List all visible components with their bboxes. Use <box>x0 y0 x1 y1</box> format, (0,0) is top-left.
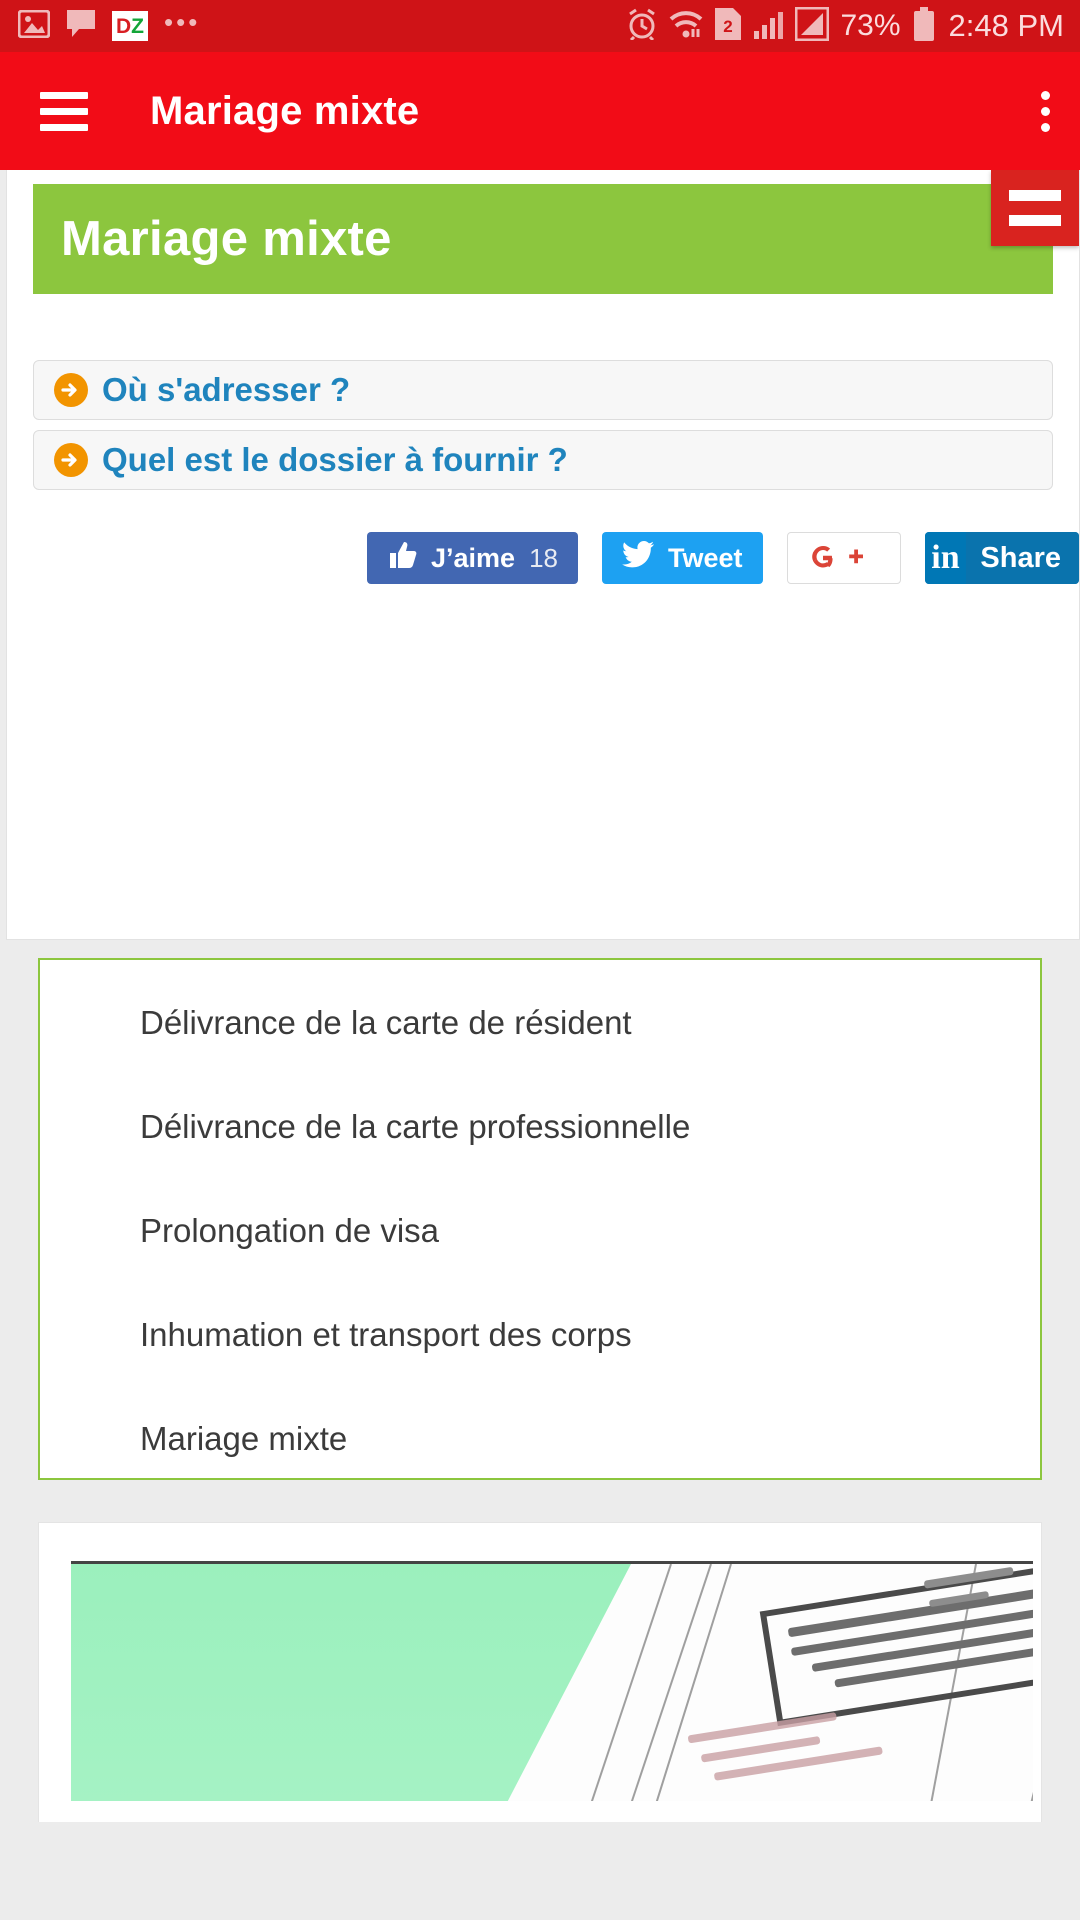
list-item[interactable]: Prolongation de visa <box>40 1212 1040 1316</box>
document-preview-card <box>38 1522 1042 1822</box>
facebook-like-count: 18 <box>529 542 558 573</box>
webview-content: Mariage mixte Où s'adresser ? Quel est l… <box>0 170 1080 1920</box>
hamburger-icon[interactable] <box>40 91 88 131</box>
status-overflow-dots-icon: ••• <box>164 7 201 37</box>
battery-percent-label: 73% <box>840 9 901 42</box>
accordion-item-dossier-a-fournir[interactable]: Quel est le dossier à fournir ? <box>33 430 1053 490</box>
dz-icon-letter-d: D <box>116 14 132 38</box>
accordion-label: Où s'adresser ? <box>102 371 351 408</box>
hamburger-line-2 <box>40 107 88 115</box>
signal-secondary-icon <box>794 6 829 46</box>
app-bar: Mariage mixte <box>0 52 1080 170</box>
alarm-icon <box>627 8 657 45</box>
arrow-right-circle-icon <box>54 373 88 407</box>
arrow-right-circle-icon <box>54 443 88 477</box>
kebab-menu-icon[interactable] <box>1041 90 1050 132</box>
status-bar-right-icons: 2 73% 2:48 PM <box>627 6 1064 46</box>
thumbs-up-icon <box>387 540 417 577</box>
kebab-dot-2 <box>1041 106 1050 116</box>
floating-menu-line-2 <box>1009 215 1061 226</box>
facebook-like-label: J’aime <box>431 542 516 573</box>
kebab-dot-1 <box>1041 90 1050 100</box>
sim2-icon: 2 <box>714 7 741 45</box>
status-bar-left-icons: DZ ••• <box>17 7 201 43</box>
signal-bars-icon <box>753 9 783 44</box>
image-icon <box>17 9 51 43</box>
twitter-tweet-label: Tweet <box>667 542 743 573</box>
list-item[interactable]: Mariage mixte <box>40 1420 1040 1524</box>
twitter-bird-icon <box>621 540 654 576</box>
dz-app-icon: DZ <box>112 11 148 41</box>
clock-label: 2:48 PM <box>948 8 1064 43</box>
floating-menu-line-1 <box>1009 190 1061 201</box>
related-links-card: Délivrance de la carte de résident Déliv… <box>38 958 1042 1480</box>
hamburger-line-1 <box>40 91 88 99</box>
floating-menu-icon[interactable] <box>991 170 1079 246</box>
document-scan-image[interactable] <box>71 1561 1033 1801</box>
message-icon <box>66 9 96 43</box>
hamburger-line-3 <box>40 123 88 131</box>
battery-icon <box>913 6 935 46</box>
linkedin-share-button[interactable]: in Share <box>924 532 1079 584</box>
banner-title: Mariage mixte <box>61 212 392 266</box>
wifi-icon <box>669 9 703 44</box>
accordion-item-ou-sadresser[interactable]: Où s'adresser ? <box>33 360 1053 420</box>
article-card: Mariage mixte Où s'adresser ? Quel est l… <box>6 170 1080 940</box>
google-plus-icon <box>811 541 876 575</box>
twitter-tweet-button[interactable]: Tweet <box>601 532 763 584</box>
section-banner: Mariage mixte <box>33 184 1053 294</box>
list-item[interactable]: Délivrance de la carte professionnelle <box>40 1108 1040 1212</box>
kebab-dot-3 <box>1041 122 1050 132</box>
accordion-label: Quel est le dossier à fournir ? <box>102 441 568 478</box>
status-bar: DZ ••• 2 73% 2:48 PM <box>0 0 1080 52</box>
document-scan-lines <box>590 1564 1033 1801</box>
list-item[interactable]: Inhumation et transport des corps <box>40 1316 1040 1420</box>
google-plus-button[interactable] <box>786 532 901 584</box>
dz-icon-letter-z: Z <box>131 14 144 38</box>
list-item[interactable]: Délivrance de la carte de résident <box>40 1004 1040 1108</box>
accordion-list: Où s'adresser ? Quel est le dossier à fo… <box>33 360 1053 490</box>
facebook-like-button[interactable]: J’aime 18 <box>367 532 578 584</box>
linkedin-share-label: Share <box>966 532 1079 584</box>
svg-text:2: 2 <box>723 17 732 36</box>
social-share-bar: J’aime 18 Tweet in Share <box>7 532 1079 584</box>
page-title: Mariage mixte <box>150 88 420 133</box>
linkedin-icon: in <box>924 532 967 584</box>
